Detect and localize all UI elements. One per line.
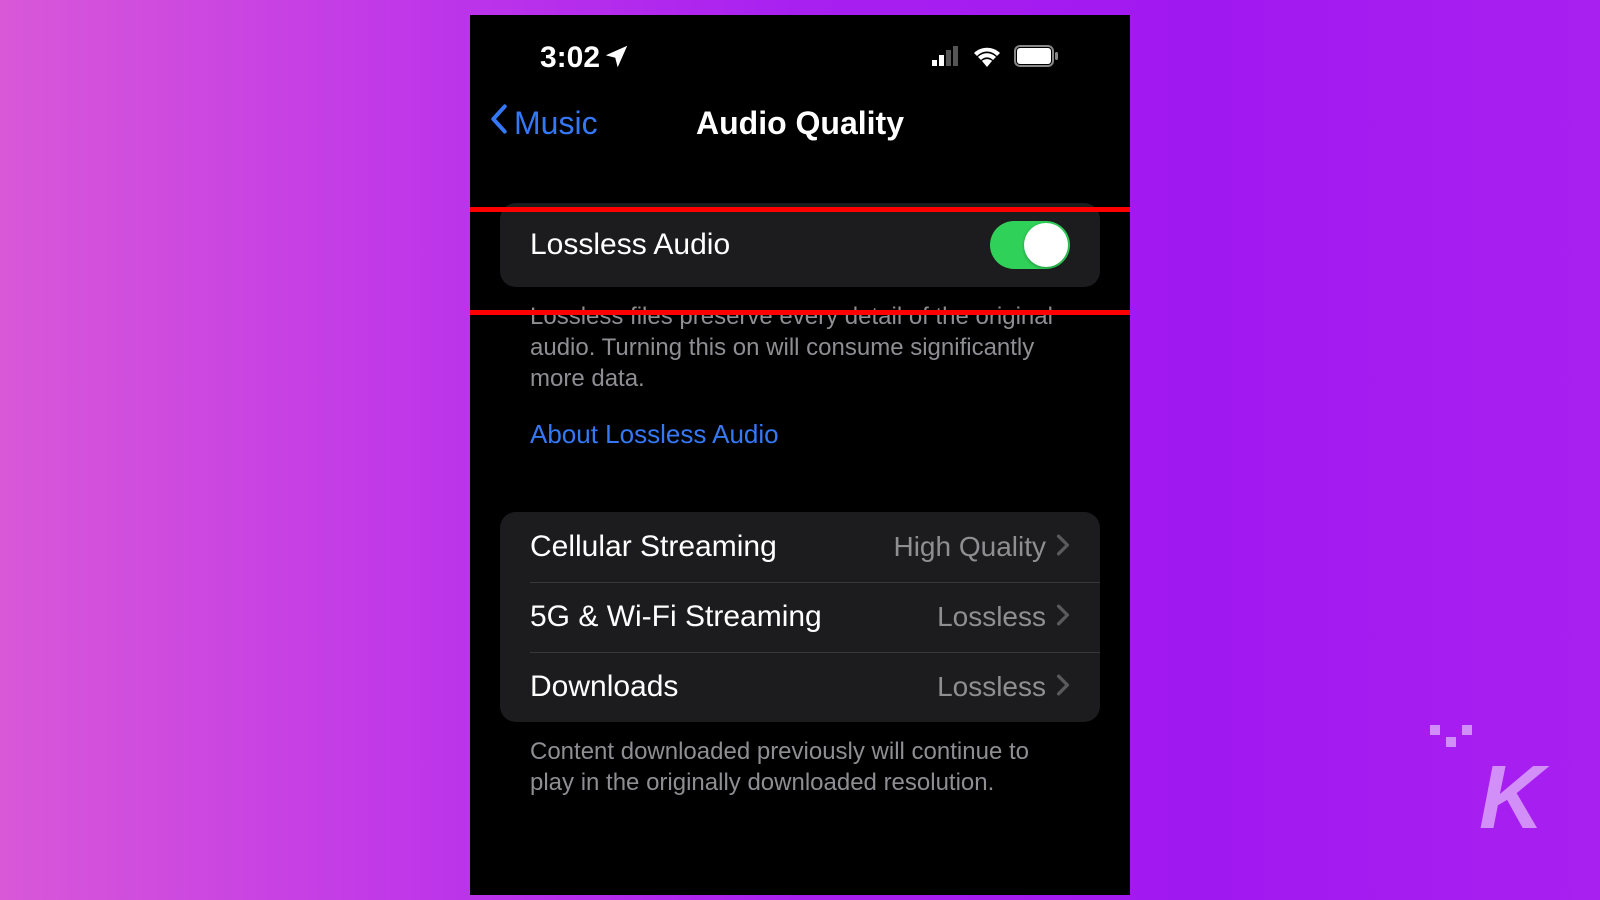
cellular-signal-icon [932, 46, 960, 71]
chevron-right-icon [1056, 671, 1070, 703]
wifi-streaming-label: 5G & Wi-Fi Streaming [530, 600, 822, 634]
phone-screen: 3:02 [470, 15, 1130, 895]
lossless-audio-toggle[interactable] [990, 221, 1070, 269]
downloads-value: Lossless [937, 671, 1046, 703]
status-bar: 3:02 [470, 33, 1130, 83]
battery-icon [1014, 45, 1058, 72]
lossless-audio-label: Lossless Audio [530, 228, 730, 262]
downloads-row[interactable]: Downloads Lossless [500, 652, 1100, 722]
back-button[interactable]: Music [488, 103, 598, 143]
watermark-dots [1430, 725, 1470, 750]
lossless-footer-text: Lossless files preserve every detail of … [500, 287, 1100, 395]
wifi-icon [972, 45, 1002, 72]
wifi-streaming-value: Lossless [937, 601, 1046, 633]
about-lossless-link[interactable]: About Lossless Audio [500, 395, 1100, 450]
chevron-left-icon [488, 103, 510, 143]
chevron-right-icon [1056, 601, 1070, 633]
status-time: 3:02 [540, 41, 600, 75]
back-label: Music [514, 105, 598, 142]
quality-options-group: Cellular Streaming High Quality 5G & Wi-… [500, 512, 1100, 722]
cellular-streaming-value: High Quality [893, 531, 1046, 563]
location-icon [606, 41, 628, 75]
cellular-streaming-label: Cellular Streaming [530, 530, 777, 564]
watermark-logo: K [1479, 747, 1540, 850]
toggle-knob [1024, 223, 1068, 267]
downloads-footer-text: Content downloaded previously will conti… [500, 722, 1100, 798]
wifi-streaming-row[interactable]: 5G & Wi-Fi Streaming Lossless [500, 582, 1100, 652]
lossless-toggle-group: Lossless Audio [500, 203, 1100, 287]
downloads-label: Downloads [530, 670, 678, 704]
cellular-streaming-row[interactable]: Cellular Streaming High Quality [500, 512, 1100, 582]
lossless-audio-row[interactable]: Lossless Audio [500, 203, 1100, 287]
navigation-bar: Music Audio Quality [470, 93, 1130, 153]
chevron-right-icon [1056, 531, 1070, 563]
